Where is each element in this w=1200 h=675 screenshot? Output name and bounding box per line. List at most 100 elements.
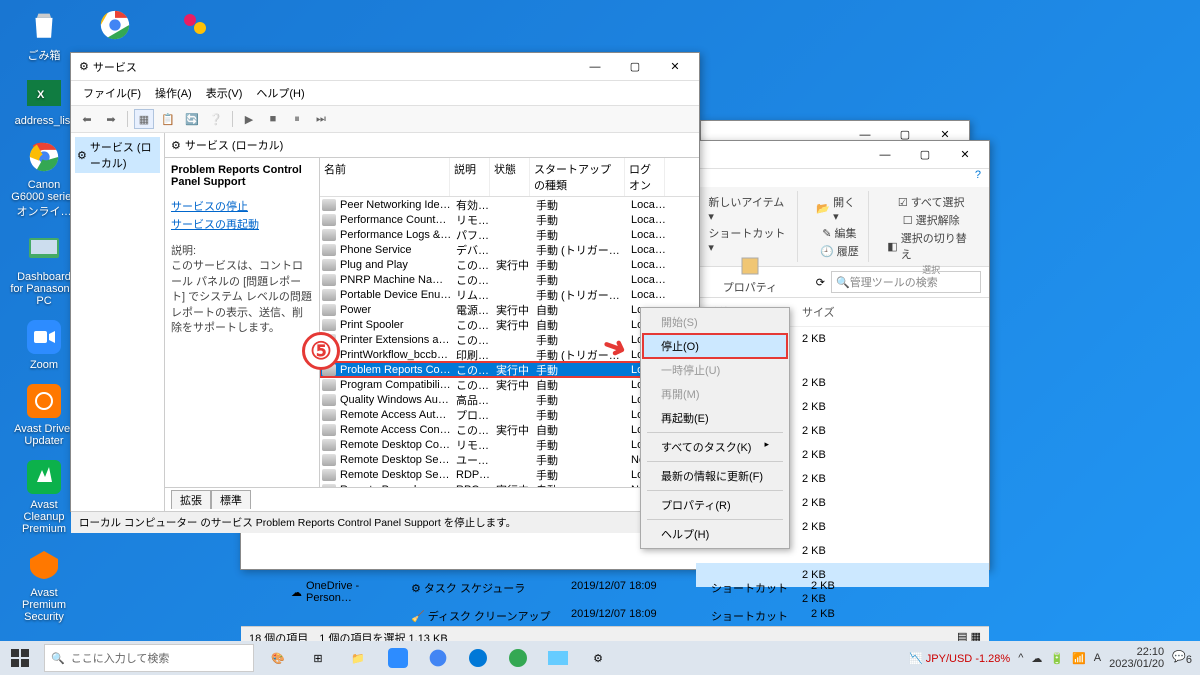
service-row[interactable]: Plug and Playこのサ…実行中手動Local S…: [320, 257, 699, 272]
tray-battery-icon[interactable]: 🔋: [1050, 652, 1064, 665]
services-menu: ファイル(F) 操作(A) 表示(V) ヘルプ(H): [71, 81, 699, 105]
expl-bottom-2[interactable]: 🧹 ディスク クリーンアップ: [411, 608, 551, 624]
col-name[interactable]: 名前: [320, 158, 450, 196]
tb-services[interactable]: ⚙: [578, 641, 618, 675]
tb-refresh[interactable]: 🔄: [182, 109, 202, 129]
ctx-停止(O)[interactable]: 停止(O): [643, 334, 787, 358]
tray-onedrive-icon[interactable]: ☁: [1031, 652, 1042, 665]
ctx-再開(M): 再開(M): [643, 382, 787, 406]
tb-help[interactable]: ❔: [206, 109, 226, 129]
ribbon-new-item[interactable]: 新しいアイテム ▾: [708, 193, 791, 224]
col-state[interactable]: 状態: [490, 158, 530, 196]
tree-local[interactable]: ⚙ サービス (ローカル): [75, 137, 160, 173]
desktop-icon-zoom[interactable]: Zoom: [10, 317, 78, 371]
col-size[interactable]: サイズ: [794, 302, 843, 322]
menu-action[interactable]: 操作(A): [149, 83, 198, 103]
ribbon-props[interactable]: プロパティ: [723, 255, 777, 296]
taskbar-search[interactable]: 🔍 ここに入力して検索: [44, 644, 254, 672]
gear-icon: ⚙: [79, 60, 89, 73]
services-toolbar: ⬅ ➡ ▦ 📋 🔄 ❔ ▶ ■ ⏸ ⏭: [71, 105, 699, 133]
expl-bottom-1[interactable]: ⚙ タスク スケジューラ: [411, 580, 551, 604]
tb-play[interactable]: ▶: [239, 109, 259, 129]
taskbar: 🔍 ここに入力して検索 🎨 ⊞ 📁 ⚙ 📉 JPY/USD -1.28% ^ ☁…: [0, 641, 1200, 675]
ribbon-open-grp: 📂 開く ▾ ✎ 編集 🕘 履歴: [810, 191, 869, 262]
col-logon[interactable]: ログオン: [625, 158, 665, 196]
service-row[interactable]: PNRP Machine Name Public…このサ…手動Local S…: [320, 272, 699, 287]
ribbon-select-grp: ☑ すべて選択 ☐ 選択解除 ◧ 選択の切り替え 選択: [881, 191, 981, 262]
ribbon-edit[interactable]: ✎ 編集: [822, 224, 856, 242]
ribbon-history[interactable]: 🕘 履歴: [820, 242, 859, 260]
service-row[interactable]: Performance Logs & Alertsパフォ…手動Local S…: [320, 227, 699, 242]
desktop-icon-chrome[interactable]: Canon G6000 series オンライ…: [10, 137, 78, 219]
ctx-再起動(E)[interactable]: 再起動(E): [643, 406, 787, 430]
tb-back[interactable]: ⬅: [77, 109, 97, 129]
svc-min[interactable]: —: [575, 54, 615, 80]
tray-jpy[interactable]: 📉 JPY/USD -1.28%: [909, 652, 1010, 665]
desktop-icon-avast1[interactable]: Avast Driver Updater: [10, 381, 78, 447]
svg-text:X: X: [37, 89, 45, 101]
desktop-icon-avast2[interactable]: Avast Cleanup Premium: [10, 457, 78, 535]
ribbon-selinv[interactable]: ◧ 選択の切り替え: [887, 229, 975, 263]
tray-notif[interactable]: 💬6: [1172, 650, 1192, 666]
taskbar-apps: 🎨 ⊞ 📁 ⚙: [258, 641, 618, 675]
tb-copilot[interactable]: 🎨: [258, 641, 298, 675]
tray-ime[interactable]: A: [1094, 652, 1101, 664]
tb-export[interactable]: 📋: [158, 109, 178, 129]
ctx-最新の情報に更新(F)[interactable]: 最新の情報に更新(F): [643, 464, 787, 488]
tb-chrome[interactable]: [418, 641, 458, 675]
tb-fwd[interactable]: ➡: [101, 109, 121, 129]
ribbon-open[interactable]: 📂 開く ▾: [816, 193, 862, 224]
desktop-icon-avast3[interactable]: Avast Premium Security: [10, 545, 78, 623]
tb-explorer[interactable]: 📁: [338, 641, 378, 675]
expl-refresh-icon[interactable]: ⟳: [816, 276, 825, 289]
tb-edge[interactable]: [458, 641, 498, 675]
menu-file[interactable]: ファイル(F): [77, 83, 147, 103]
service-row[interactable]: Performance Counter DLL H…リモー…手動Local S…: [320, 212, 699, 227]
tray-chevron[interactable]: ^: [1018, 652, 1023, 664]
expl-close[interactable]: ✕: [945, 142, 985, 168]
ctx-開始(S): 開始(S): [643, 310, 787, 334]
tab-extended[interactable]: 拡張: [171, 490, 211, 509]
start-button[interactable]: [0, 641, 40, 675]
ribbon-selnone[interactable]: ☐ 選択解除: [903, 211, 960, 229]
ribbon-new: 新しいアイテム ▾ ショートカット ▾ プロパティ: [702, 191, 798, 262]
svc-max[interactable]: ▢: [615, 54, 655, 80]
svc-close[interactable]: ✕: [655, 54, 695, 80]
ribbon-selall[interactable]: ☑ すべて選択: [898, 193, 965, 211]
tb-chrome2[interactable]: [498, 641, 538, 675]
expl-max[interactable]: ▢: [905, 142, 945, 168]
service-row[interactable]: Peer Networking Identity M…有効…手動Local S…: [320, 197, 699, 212]
tb-pause[interactable]: ⏸: [287, 109, 307, 129]
service-row[interactable]: Phone Serviceデバイ…手動 (トリガー開始)Local S…: [320, 242, 699, 257]
desktop-icon-recycle[interactable]: ごみ箱: [10, 5, 78, 63]
desktop-icon-excel[interactable]: Xaddress_list: [10, 73, 78, 127]
selected-service-name: Problem Reports Control Panel Support: [171, 164, 302, 188]
tab-standard[interactable]: 標準: [211, 490, 251, 509]
ctx-ヘルプ(H)[interactable]: ヘルプ(H): [643, 522, 787, 546]
tb-restart[interactable]: ⏭: [311, 109, 331, 129]
tb-app1[interactable]: [538, 641, 578, 675]
menu-view[interactable]: 表示(V): [200, 83, 249, 103]
desktop-icon-app[interactable]: [175, 5, 215, 45]
expl-min[interactable]: —: [865, 142, 905, 168]
onedrive-item[interactable]: ☁ OneDrive - Person…: [291, 580, 391, 604]
col-startup[interactable]: スタートアップの種類: [530, 158, 625, 196]
services-title: サービス: [93, 59, 137, 75]
service-row[interactable]: Portable Device Enumerator …リムー…手動 (トリガー…: [320, 287, 699, 302]
menu-help[interactable]: ヘルプ(H): [250, 83, 310, 103]
tray-wifi-icon[interactable]: 📶: [1072, 652, 1086, 665]
tb-taskview[interactable]: ⊞: [298, 641, 338, 675]
link-stop-service[interactable]: サービスの停止: [171, 198, 313, 214]
tb-zoom[interactable]: [378, 641, 418, 675]
tray-clock[interactable]: 22:102023/01/20: [1109, 646, 1164, 670]
tb-stop[interactable]: ■: [263, 109, 283, 129]
col-desc[interactable]: 説明: [450, 158, 490, 196]
tb-prop[interactable]: ▦: [134, 109, 154, 129]
desktop-icon-dashboard[interactable]: Dashboard for Panasonic PC: [10, 229, 78, 307]
desktop-icon-chrome2[interactable]: [95, 5, 135, 45]
explorer-search[interactable]: 🔍 管理ツールの検索: [831, 271, 981, 293]
ribbon-shortcut[interactable]: ショートカット ▾: [708, 224, 791, 255]
link-restart-service[interactable]: サービスの再起動: [171, 216, 313, 232]
ctx-プロパティ(R)[interactable]: プロパティ(R): [643, 493, 787, 517]
ctx-すべてのタスク(K)[interactable]: すべてのタスク(K): [643, 435, 787, 459]
